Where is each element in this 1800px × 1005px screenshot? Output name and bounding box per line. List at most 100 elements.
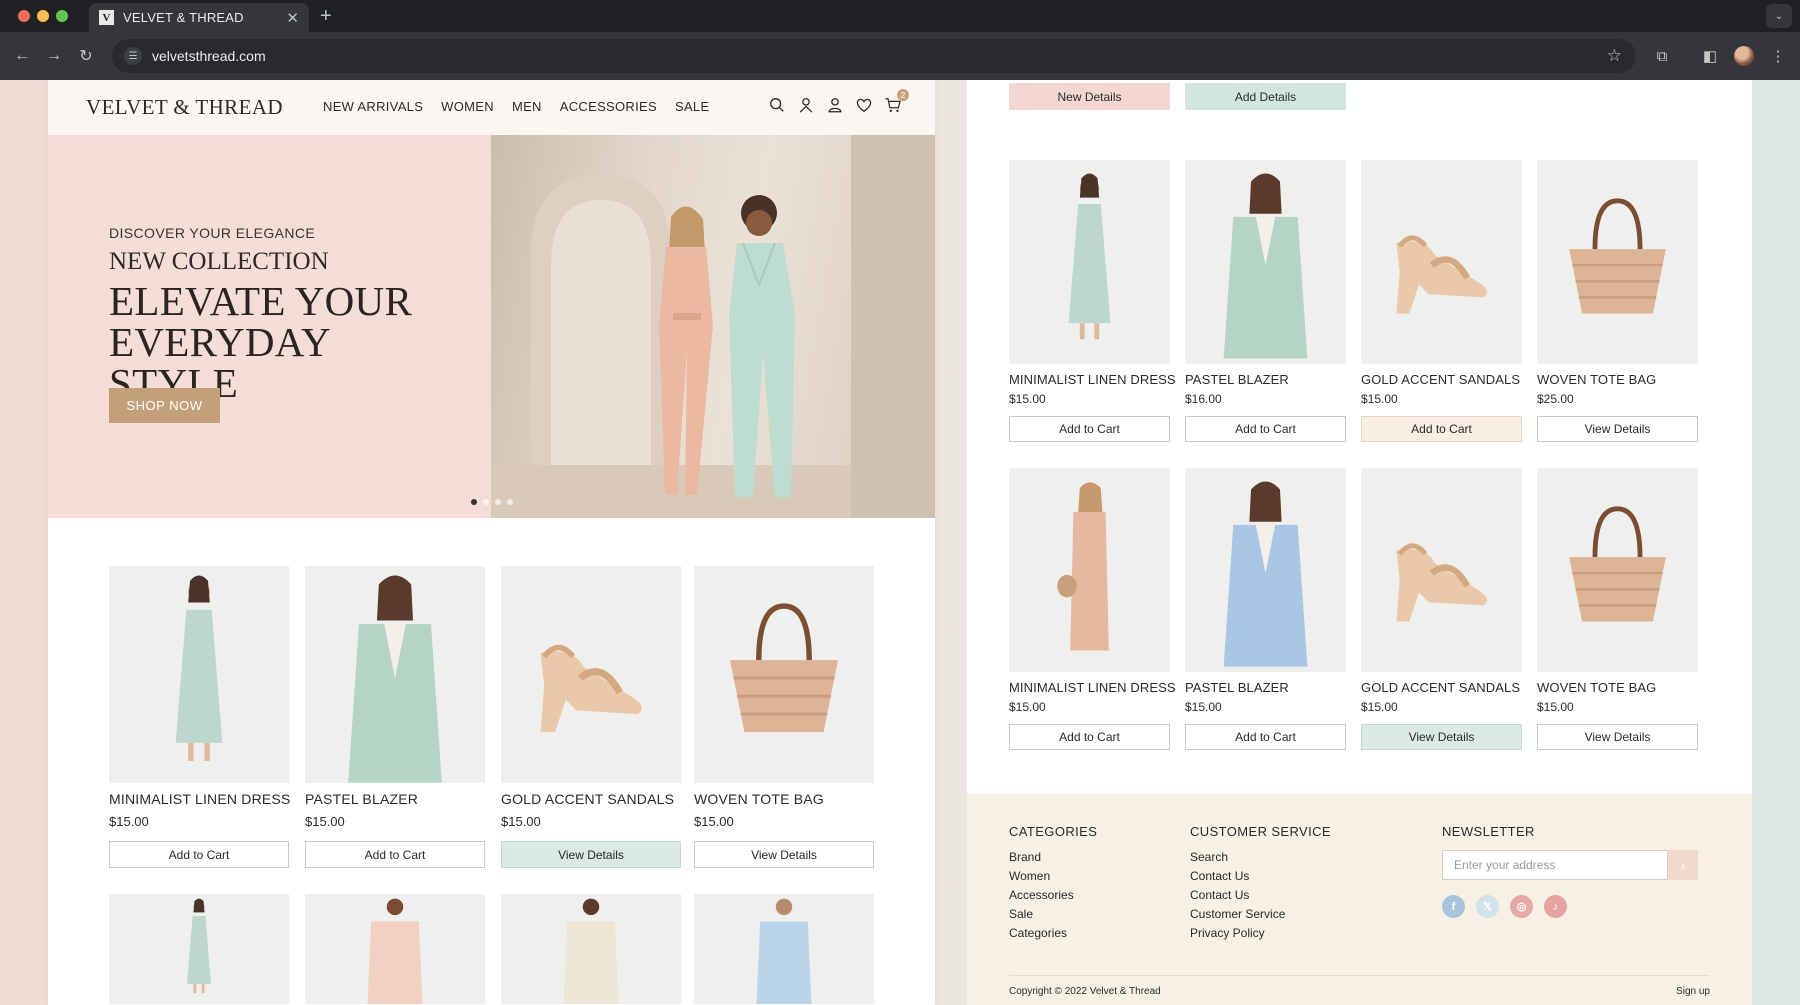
footer-link-brand[interactable]: Brand xyxy=(1009,848,1097,867)
nav-accessories[interactable]: ACCESSORIES xyxy=(560,99,657,114)
profile-avatar[interactable] xyxy=(1734,46,1754,66)
maximize-window-button[interactable] xyxy=(56,10,68,22)
product-card: PASTEL BLAZER $15.00 Add to Cart xyxy=(1185,468,1346,750)
browser-menu-icon[interactable]: ⋮ xyxy=(1768,46,1788,66)
reload-icon[interactable]: ↻ xyxy=(74,44,98,68)
product-image[interactable] xyxy=(109,566,289,783)
footer-link-sale[interactable]: Sale xyxy=(1009,905,1097,924)
footer-link-accessories[interactable]: Accessories xyxy=(1009,886,1097,905)
product-image[interactable] xyxy=(305,894,485,1004)
product-image[interactable] xyxy=(501,894,681,1004)
view-details-button[interactable]: View Details xyxy=(694,841,874,868)
product-image[interactable] xyxy=(305,566,485,783)
browser-tab[interactable]: V VELVET & THREAD ✕ xyxy=(89,3,309,32)
new-details-button[interactable]: New Details xyxy=(1009,83,1170,110)
tab-title: VELVET & THREAD xyxy=(123,10,244,25)
account-icon[interactable] xyxy=(826,96,844,114)
footer-link-privacy[interactable]: Privacy Policy xyxy=(1190,924,1331,943)
bookmark-star-icon[interactable]: ☆ xyxy=(1607,46,1622,66)
nav-new-arrivals[interactable]: NEW ARRIVALS xyxy=(323,99,423,114)
nav-sale[interactable]: SALE xyxy=(675,99,709,114)
add-to-cart-button[interactable]: Add to Cart xyxy=(109,841,289,868)
product-name[interactable]: MINIMALIST LINEN DRESS xyxy=(1009,680,1176,695)
carousel-dot-2[interactable] xyxy=(483,499,489,505)
user-icon[interactable] xyxy=(797,96,815,114)
newsletter-submit-button[interactable]: › xyxy=(1668,850,1698,880)
view-details-button[interactable]: View Details xyxy=(1537,724,1698,750)
add-to-cart-button[interactable]: Add to Cart xyxy=(1009,724,1170,750)
product-name[interactable]: GOLD ACCENT SANDALS xyxy=(1361,372,1522,387)
cart-icon[interactable]: 2 xyxy=(884,89,909,114)
add-details-button[interactable]: Add Details xyxy=(1185,83,1346,110)
footer-link-search[interactable]: Search xyxy=(1190,848,1331,867)
tab-search-button[interactable]: ⌄ xyxy=(1766,4,1792,28)
product-name[interactable]: PASTEL BLAZER xyxy=(1185,680,1346,695)
signup-link[interactable]: Sign up xyxy=(1676,986,1710,997)
product-price: $16.00 xyxy=(1185,392,1222,406)
product-listing-panel: New Details Add Details MINIMALIST LINEN… xyxy=(967,80,1752,1005)
add-to-cart-button[interactable]: Add to Cart xyxy=(1361,416,1522,442)
back-icon[interactable]: ← xyxy=(10,44,34,68)
product-image[interactable] xyxy=(109,894,289,1004)
new-tab-button[interactable]: + xyxy=(320,3,332,29)
product-image[interactable] xyxy=(1537,468,1698,672)
product-name[interactable]: PASTEL BLAZER xyxy=(1185,372,1346,387)
page-canvas: VELVET & THREAD NEW ARRIVALS WOMEN MEN A… xyxy=(0,80,1800,1005)
dress-mint-image xyxy=(1068,173,1111,340)
add-to-cart-button[interactable]: Add to Cart xyxy=(1009,416,1170,442)
newsletter-email-input[interactable] xyxy=(1442,850,1668,880)
forward-icon[interactable]: → xyxy=(42,44,66,68)
sandals-image xyxy=(1396,543,1487,622)
tiktok-icon[interactable]: ♪ xyxy=(1544,895,1567,918)
product-name[interactable]: WOVEN TOTE BAG xyxy=(1537,680,1698,695)
footer-link-categories[interactable]: Categories xyxy=(1009,924,1097,943)
view-details-button[interactable]: View Details xyxy=(1361,724,1522,750)
footer-link-women[interactable]: Women xyxy=(1009,867,1097,886)
product-image[interactable] xyxy=(501,566,681,783)
extensions-icon[interactable]: ⧉ xyxy=(1652,46,1672,66)
product-name[interactable]: GOLD ACCENT SANDALS xyxy=(501,791,681,807)
add-to-cart-button[interactable]: Add to Cart xyxy=(1185,416,1346,442)
product-image[interactable] xyxy=(694,894,874,1004)
shop-now-button[interactable]: SHOP NOW xyxy=(109,388,220,423)
product-image[interactable] xyxy=(694,566,874,783)
product-name[interactable]: MINIMALIST LINEN DRESS xyxy=(1009,372,1176,387)
product-name[interactable]: GOLD ACCENT SANDALS xyxy=(1361,680,1522,695)
product-image[interactable] xyxy=(1537,160,1698,364)
x-icon[interactable]: 𝕏 xyxy=(1476,895,1499,918)
add-to-cart-button[interactable]: Add to Cart xyxy=(1185,724,1346,750)
carousel-dot-1[interactable] xyxy=(471,499,477,505)
product-name[interactable]: PASTEL BLAZER xyxy=(305,791,485,807)
carousel-dot-3[interactable] xyxy=(495,499,501,505)
product-image[interactable] xyxy=(1361,468,1522,672)
product-card xyxy=(694,894,874,1004)
footer-link-customer-service[interactable]: Customer Service xyxy=(1190,905,1331,924)
product-name[interactable]: WOVEN TOTE BAG xyxy=(694,791,874,807)
nav-men[interactable]: MEN xyxy=(512,99,542,114)
product-image[interactable] xyxy=(1185,468,1346,672)
footer-link-contact[interactable]: Contact Us xyxy=(1190,886,1331,905)
add-to-cart-button[interactable]: Add to Cart xyxy=(305,841,485,868)
site-info-icon[interactable]: ☰ xyxy=(124,47,142,65)
close-window-button[interactable] xyxy=(18,10,30,22)
view-details-button[interactable]: View Details xyxy=(501,841,681,868)
carousel-dot-4[interactable] xyxy=(507,499,513,505)
address-bar[interactable]: ☰ velvetsthread.com ☆ xyxy=(112,39,1636,73)
product-image[interactable] xyxy=(1361,160,1522,364)
footer-link-contact[interactable]: Contact Us xyxy=(1190,867,1331,886)
heart-icon[interactable] xyxy=(855,96,873,114)
product-image[interactable] xyxy=(1009,160,1170,364)
side-panel-icon[interactable]: ◧ xyxy=(1700,46,1720,66)
product-image[interactable] xyxy=(1009,468,1170,672)
site-logo[interactable]: VELVET & THREAD xyxy=(86,95,283,120)
close-tab-icon[interactable]: ✕ xyxy=(286,9,299,27)
search-icon[interactable] xyxy=(768,96,786,114)
product-name[interactable]: MINIMALIST LINEN DRESS xyxy=(109,791,290,807)
minimize-window-button[interactable] xyxy=(37,10,49,22)
instagram-icon[interactable]: ◎ xyxy=(1510,895,1533,918)
nav-women[interactable]: WOMEN xyxy=(441,99,494,114)
view-details-button[interactable]: View Details xyxy=(1537,416,1698,442)
product-name[interactable]: WOVEN TOTE BAG xyxy=(1537,372,1698,387)
facebook-icon[interactable]: f xyxy=(1442,895,1465,918)
product-image[interactable] xyxy=(1185,160,1346,364)
